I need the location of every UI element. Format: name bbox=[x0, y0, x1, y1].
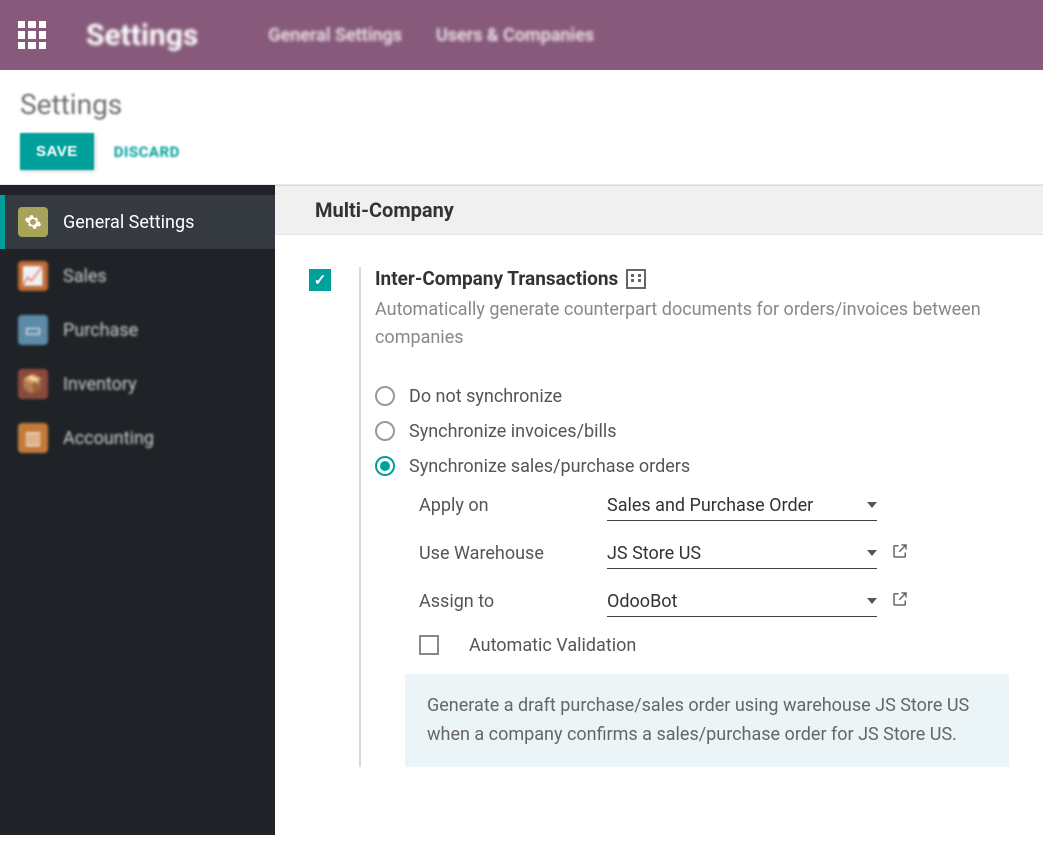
nav-general-settings[interactable]: General Settings bbox=[268, 25, 402, 46]
select-value: OdooBot bbox=[607, 591, 677, 612]
chevron-down-icon bbox=[867, 502, 877, 508]
sidebar-item-label: General Settings bbox=[63, 212, 194, 233]
top-nav: Settings General Settings Users & Compan… bbox=[0, 0, 1043, 70]
breadcrumb: Settings bbox=[20, 88, 1023, 121]
select-value: JS Store US bbox=[607, 543, 701, 564]
select-use-warehouse[interactable]: JS Store US bbox=[607, 539, 877, 569]
select-apply-on[interactable]: Sales and Purchase Order bbox=[607, 491, 877, 521]
radio-sync-orders[interactable]: Synchronize sales/purchase orders bbox=[375, 456, 1009, 477]
external-link-warehouse[interactable] bbox=[891, 542, 909, 565]
gear-icon bbox=[18, 207, 48, 237]
auto-validation-label: Automatic Validation bbox=[469, 635, 636, 656]
chevron-down-icon bbox=[867, 550, 877, 556]
radio-icon bbox=[375, 421, 395, 441]
radio-sync-invoices[interactable]: Synchronize invoices/bills bbox=[375, 421, 1009, 442]
radio-icon bbox=[375, 456, 395, 476]
sidebar-item-label: Accounting bbox=[63, 428, 154, 449]
radio-do-not-sync[interactable]: Do not synchronize bbox=[375, 386, 1009, 407]
setting-title-text: Inter-Company Transactions bbox=[375, 267, 618, 290]
auto-validation-checkbox[interactable] bbox=[419, 635, 439, 655]
sidebar-item-label: Inventory bbox=[63, 374, 137, 395]
discard-button[interactable]: DISCARD bbox=[114, 143, 180, 161]
chart-icon: 📈 bbox=[18, 261, 48, 291]
radio-label: Do not synchronize bbox=[409, 386, 562, 407]
external-link-icon bbox=[891, 542, 909, 560]
apps-icon[interactable] bbox=[18, 21, 46, 49]
radio-label: Synchronize sales/purchase orders bbox=[409, 456, 690, 477]
settings-sidebar: General Settings 📈 Sales ▭ Purchase 📦 In… bbox=[0, 185, 275, 835]
app-title: Settings bbox=[86, 18, 198, 53]
sidebar-item-purchase[interactable]: ▭ Purchase bbox=[0, 303, 275, 357]
setting-title: Inter-Company Transactions bbox=[375, 267, 1009, 290]
sync-radio-group: Do not synchronize Synchronize invoices/… bbox=[375, 386, 1009, 477]
external-link-assign-to[interactable] bbox=[891, 590, 909, 613]
select-assign-to[interactable]: OdooBot bbox=[607, 587, 877, 617]
radio-label: Synchronize invoices/bills bbox=[409, 421, 617, 442]
label-apply-on: Apply on bbox=[419, 495, 607, 516]
section-multi-company: Multi-Company bbox=[275, 185, 1043, 235]
main-content: Multi-Company ✓ Inter-Company Transactio… bbox=[275, 185, 1043, 835]
label-assign-to: Assign to bbox=[419, 591, 607, 612]
sidebar-item-inventory[interactable]: 📦 Inventory bbox=[0, 357, 275, 411]
sidebar-item-sales[interactable]: 📈 Sales bbox=[0, 249, 275, 303]
sidebar-item-accounting[interactable]: ▥ Accounting bbox=[0, 411, 275, 465]
save-button[interactable]: SAVE bbox=[20, 133, 94, 170]
sidebar-item-label: Purchase bbox=[63, 320, 138, 341]
label-use-warehouse: Use Warehouse bbox=[419, 543, 607, 564]
control-panel: Settings SAVE DISCARD bbox=[0, 70, 1043, 185]
nav-users-companies[interactable]: Users & Companies bbox=[436, 25, 594, 46]
chevron-down-icon bbox=[867, 598, 877, 604]
sidebar-item-general-settings[interactable]: General Settings bbox=[0, 195, 275, 249]
info-box: Generate a draft purchase/sales order us… bbox=[405, 674, 1009, 768]
radio-icon bbox=[375, 386, 395, 406]
setting-description: Automatically generate counterpart docum… bbox=[375, 296, 1009, 352]
external-link-icon bbox=[891, 590, 909, 608]
inventory-icon: 📦 bbox=[18, 369, 48, 399]
sidebar-item-label: Sales bbox=[63, 266, 107, 287]
select-value: Sales and Purchase Order bbox=[607, 495, 813, 516]
intercompany-checkbox[interactable]: ✓ bbox=[309, 269, 331, 291]
accounting-icon: ▥ bbox=[18, 423, 48, 453]
building-icon[interactable] bbox=[626, 269, 646, 289]
purchase-icon: ▭ bbox=[18, 315, 48, 345]
